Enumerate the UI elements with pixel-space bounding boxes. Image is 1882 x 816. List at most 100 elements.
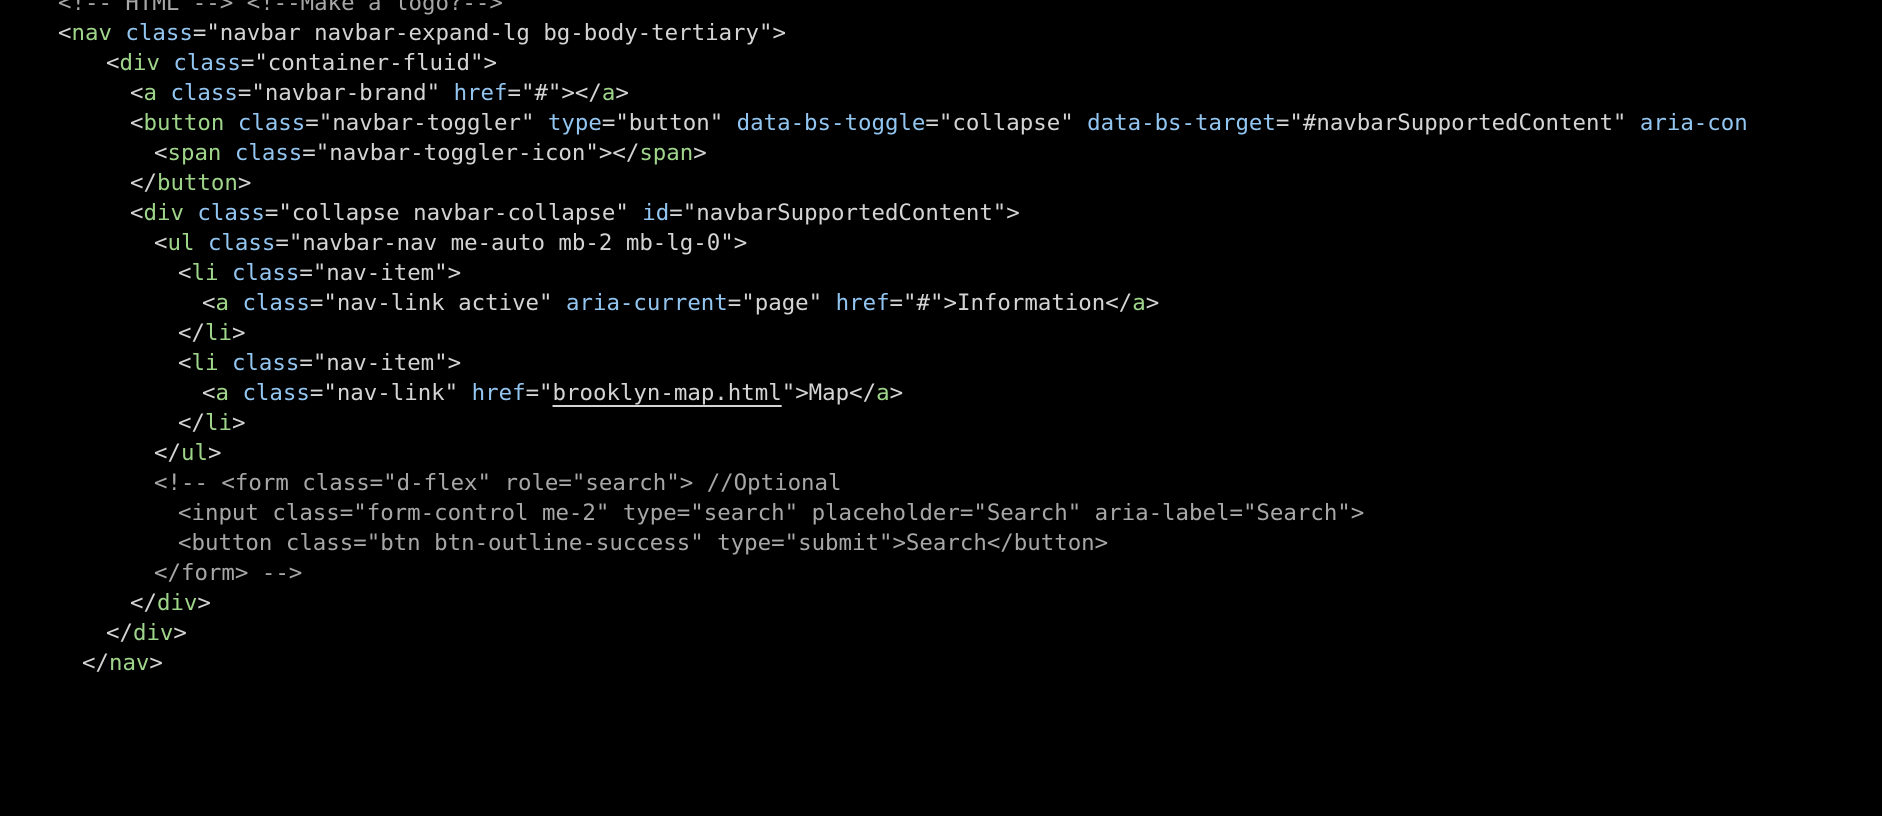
code-punctuation — [1074, 110, 1087, 136]
code-tag-name: div — [119, 50, 160, 76]
code-attribute-name: data-bs-toggle — [736, 110, 926, 136]
code-line[interactable]: </nav> — [0, 645, 163, 681]
code-punctuation: </ — [1105, 290, 1133, 316]
code-punctuation: = — [302, 140, 316, 166]
code-tag-name: li — [191, 350, 219, 376]
code-punctuation: </ — [130, 170, 157, 196]
code-punctuation — [112, 20, 125, 46]
code-punctuation: = — [275, 230, 289, 256]
code-comment: <!-- <form class="d-flex" role="search">… — [154, 470, 842, 496]
code-punctuation: = — [727, 290, 742, 316]
code-punctuation: = — [925, 110, 939, 136]
code-comment: </form> --> — [154, 560, 303, 586]
code-string: "nav-item" — [312, 350, 448, 376]
code-tag-name: span — [639, 140, 694, 166]
code-punctuation — [1626, 110, 1639, 136]
code-attribute-name: class — [231, 260, 300, 286]
code-punctuation — [229, 290, 242, 316]
code-string: "nav-item" — [312, 260, 448, 286]
code-punctuation — [218, 350, 231, 376]
code-punctuation: = — [237, 80, 252, 106]
code-punctuation: < — [154, 230, 168, 256]
code-tag-name: a — [215, 380, 229, 406]
code-punctuation: = — [299, 260, 313, 286]
code-attribute-name: class — [234, 140, 303, 166]
code-tag-name: nav — [108, 650, 150, 676]
code-punctuation: > — [693, 140, 707, 166]
code-punctuation: < — [178, 260, 192, 286]
code-punctuation: > — [231, 410, 246, 436]
code-attribute-name: class — [242, 290, 310, 316]
code-punctuation: </ — [82, 650, 109, 676]
code-comment: <!-- HTML --> <!--Make a logo?--> — [58, 0, 503, 16]
code-punctuation: = — [889, 290, 904, 316]
code-punctuation — [160, 50, 173, 76]
code-punctuation: > — [237, 170, 252, 196]
code-punctuation: = — [525, 380, 540, 406]
code-link: brooklyn-map.html — [552, 380, 782, 406]
code-editor[interactable]: <!-- HTML --> <!--Make a logo?--> < nav cl… — [0, 0, 1882, 816]
code-punctuation: > — [149, 650, 163, 676]
code-punctuation: = — [309, 380, 324, 406]
code-punctuation: ></ — [561, 80, 602, 106]
code-tag-name: li — [191, 260, 219, 286]
code-punctuation: </ — [178, 320, 205, 346]
code-tag-name: li — [204, 410, 232, 436]
code-attribute-name: type — [547, 110, 602, 136]
code-comment: <button class="btn btn-outline-success" … — [178, 530, 1109, 556]
code-string: "collapse" — [938, 110, 1074, 136]
code-punctuation: </ — [106, 620, 133, 646]
code-punctuation — [440, 80, 453, 106]
code-punctuation — [221, 140, 234, 166]
code-tag-name: a — [876, 380, 890, 406]
code-punctuation: > — [483, 50, 497, 76]
code-punctuation: < — [178, 350, 192, 376]
code-punctuation: > — [173, 620, 187, 646]
code-tag-name: a — [1132, 290, 1146, 316]
code-punctuation: </ — [154, 440, 181, 466]
code-tag-name: div — [132, 620, 174, 646]
code-tag-name: nav — [71, 20, 112, 46]
code-punctuation: = — [299, 350, 313, 376]
code-punctuation — [629, 200, 642, 226]
code-punctuation: > — [795, 380, 809, 406]
code-string: " — [539, 380, 553, 406]
code-attribute-name: class — [125, 20, 193, 46]
code-punctuation: > — [615, 80, 629, 106]
code-punctuation: < — [130, 200, 144, 226]
code-string: "nav-link" — [323, 380, 459, 406]
code-punctuation — [157, 80, 170, 106]
code-punctuation — [723, 110, 736, 136]
code-punctuation: = — [192, 20, 207, 46]
code-punctuation — [822, 290, 835, 316]
code-string: "collapse navbar-collapse" — [278, 200, 629, 226]
code-tag-name: button — [143, 110, 225, 136]
code-attribute-name: aria-current — [566, 290, 728, 316]
code-punctuation: > — [889, 380, 904, 406]
code-tag-name: button — [156, 170, 238, 196]
code-punctuation: = — [264, 200, 279, 226]
code-attribute-name: class — [242, 380, 310, 406]
code-tag-name: div — [156, 590, 198, 616]
code-tag-name: span — [167, 140, 222, 166]
code-string: "navbar navbar-expand-lg bg-body-tertiar… — [206, 20, 773, 46]
code-punctuation — [218, 260, 231, 286]
code-attribute-name: class — [207, 230, 276, 256]
code-punctuation: > — [733, 230, 748, 256]
code-text: Information — [956, 290, 1106, 316]
code-punctuation: = — [1275, 110, 1290, 136]
code-punctuation — [458, 380, 471, 406]
code-tag-name: ul — [180, 440, 208, 466]
code-punctuation — [194, 230, 207, 256]
code-attribute-name: id — [642, 200, 670, 226]
code-punctuation: = — [507, 80, 521, 106]
code-punctuation — [184, 200, 197, 226]
code-string: "button" — [615, 110, 724, 136]
code-string: "navbar-toggler" — [318, 110, 535, 136]
code-attribute-name: href — [835, 290, 890, 316]
code-string: "navbar-brand" — [251, 80, 441, 106]
code-string: "navbarSupportedContent" — [682, 200, 1007, 226]
code-string: "#" — [903, 290, 944, 316]
code-string: "container-fluid" — [254, 50, 484, 76]
code-attribute-name: href — [453, 80, 508, 106]
